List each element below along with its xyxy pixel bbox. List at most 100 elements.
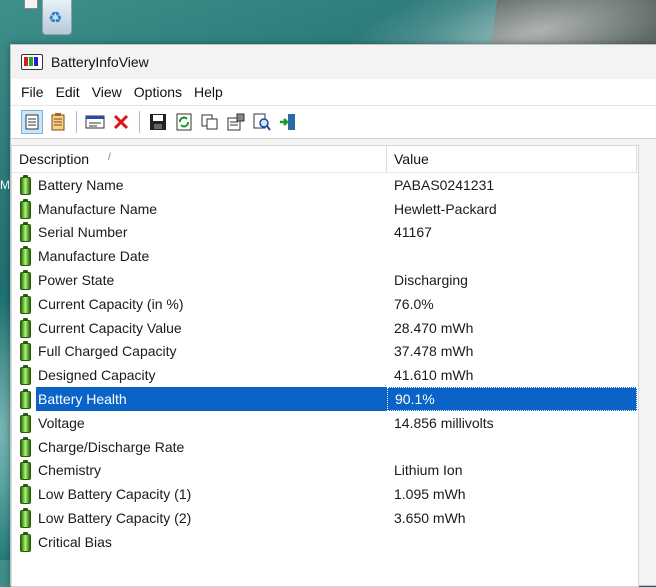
app-icon-bar-red xyxy=(24,57,28,66)
row-label: Designed Capacity xyxy=(38,367,156,384)
find-button[interactable] xyxy=(251,110,273,134)
save-button[interactable] xyxy=(147,110,169,134)
column-header-value[interactable]: Value xyxy=(387,146,637,172)
battery-icon xyxy=(20,317,31,338)
list-row[interactable]: Current Capacity (in %) 76.0% xyxy=(12,292,638,316)
list-header: Description / Value xyxy=(12,146,638,173)
list-row[interactable]: Voltage 14.856 millivolts xyxy=(12,411,638,435)
row-label: Chemistry xyxy=(38,462,102,479)
row-value xyxy=(387,244,637,268)
refresh-button[interactable] xyxy=(173,110,195,134)
exit-button[interactable] xyxy=(277,110,299,134)
copy-button[interactable] xyxy=(199,110,221,134)
row-description: Chemistry xyxy=(12,459,387,483)
battery-icon xyxy=(20,508,31,529)
battery-icon xyxy=(20,412,31,433)
battery-icon xyxy=(20,531,31,552)
html-report-icon xyxy=(85,115,105,129)
html-report-button[interactable] xyxy=(84,110,106,134)
properties-icon xyxy=(227,113,245,131)
properties-button[interactable] xyxy=(225,110,247,134)
row-label: Manufacture Date xyxy=(38,248,150,265)
row-value: 41167 xyxy=(394,224,432,241)
row-label: Manufacture Name xyxy=(38,200,158,217)
list-row[interactable]: Power State Discharging xyxy=(12,268,638,292)
list-row[interactable]: Manufacture Name Hewlett-Packard xyxy=(12,197,638,221)
menu-options[interactable]: Options xyxy=(128,84,188,100)
row-value xyxy=(387,530,637,554)
row-label: Full Charged Capacity xyxy=(38,343,177,360)
list-view-button[interactable] xyxy=(47,110,69,134)
row-description: Manufacture Name xyxy=(12,197,387,221)
list-row[interactable]: Critical Bias xyxy=(12,530,638,554)
toolbar-separator xyxy=(76,111,77,133)
battery-icon xyxy=(20,460,31,481)
list-row[interactable]: Full Charged Capacity 37.478 mWh xyxy=(12,340,638,364)
toolbar-separator xyxy=(139,111,140,133)
app-icon xyxy=(21,54,43,70)
row-label: Charge/Discharge Rate xyxy=(38,438,185,455)
battery-icon xyxy=(20,365,31,386)
list-row[interactable]: Battery Name PABAS0241231 xyxy=(12,173,638,197)
row-description: Full Charged Capacity xyxy=(12,340,387,364)
row-description: Battery Health xyxy=(12,387,387,411)
row-description: Low Battery Capacity (2) xyxy=(12,506,387,530)
row-description: Current Capacity (in %) xyxy=(12,292,387,316)
row-value: 76.0% xyxy=(394,295,434,312)
menu-view[interactable]: View xyxy=(86,84,128,100)
list-row[interactable]: Chemistry Lithium Ion xyxy=(12,459,638,483)
list-row[interactable]: Low Battery Capacity (1) 1.095 mWh xyxy=(12,482,638,506)
row-value: 1.095 mWh xyxy=(394,486,466,503)
row-description: Manufacture Date xyxy=(12,244,387,268)
delete-icon xyxy=(113,114,129,130)
list-row[interactable]: Charge/Discharge Rate xyxy=(12,435,638,459)
properties-list[interactable]: Description / Value Battery Name PABAS024… xyxy=(11,145,639,587)
refresh-icon xyxy=(176,113,192,131)
menu-file[interactable]: File xyxy=(15,84,50,100)
recycle-symbol-icon: ♻ xyxy=(48,8,63,27)
row-value: PABAS0241231 xyxy=(394,176,495,193)
row-value: 37.478 mWh xyxy=(394,343,474,360)
battery-icon xyxy=(20,436,31,457)
row-value: Discharging xyxy=(394,272,468,289)
row-description: Serial Number xyxy=(12,221,387,245)
row-description: Charge/Discharge Rate xyxy=(12,435,387,459)
properties-view-button[interactable] xyxy=(21,110,43,134)
battery-icon xyxy=(20,389,31,410)
row-label: Current Capacity (in %) xyxy=(38,295,184,312)
menu-bar: File Edit View Options Help xyxy=(11,79,656,105)
list-row[interactable]: Serial Number 41167 xyxy=(12,221,638,245)
list-row[interactable]: Designed Capacity 41.610 mWh xyxy=(12,363,638,387)
app-window: BatteryInfoView File Edit View Options H… xyxy=(10,44,656,587)
list-row[interactable]: Battery Health 90.1% xyxy=(12,387,638,411)
row-description: Battery Name xyxy=(12,173,387,197)
row-description: Voltage xyxy=(12,411,387,435)
row-label: Low Battery Capacity (2) xyxy=(38,510,192,527)
list-row[interactable]: Manufacture Date xyxy=(12,244,638,268)
row-label: Critical Bias xyxy=(38,533,112,550)
row-description: Designed Capacity xyxy=(12,363,387,387)
find-icon xyxy=(253,113,271,131)
delete-button[interactable] xyxy=(110,110,132,134)
title-bar[interactable]: BatteryInfoView xyxy=(11,45,656,79)
row-label: Battery Name xyxy=(38,176,124,193)
battery-icon xyxy=(20,198,31,219)
row-value: 28.470 mWh xyxy=(394,319,474,336)
row-description: Low Battery Capacity (1) xyxy=(12,482,387,506)
app-icon-bar-green xyxy=(29,57,33,66)
copy-icon xyxy=(201,114,218,130)
menu-edit[interactable]: Edit xyxy=(50,84,86,100)
menu-help[interactable]: Help xyxy=(188,84,229,100)
toolbar xyxy=(11,105,656,139)
list-row[interactable]: Low Battery Capacity (2) 3.650 mWh xyxy=(12,506,638,530)
battery-icon xyxy=(20,484,31,505)
window-title: BatteryInfoView xyxy=(51,54,149,70)
row-description: Critical Bias xyxy=(12,530,387,554)
row-label: Current Capacity Value xyxy=(38,319,182,336)
sort-indicator: / xyxy=(108,152,111,163)
row-value: Hewlett-Packard xyxy=(394,200,497,217)
list-row[interactable]: Current Capacity Value 28.470 mWh xyxy=(12,316,638,340)
column-header-description[interactable]: Description / xyxy=(12,146,387,172)
recycle-bin-icon[interactable]: ♻ xyxy=(36,0,76,40)
list-body: Battery Name PABAS0241231 Manufacture Name… xyxy=(12,173,638,554)
